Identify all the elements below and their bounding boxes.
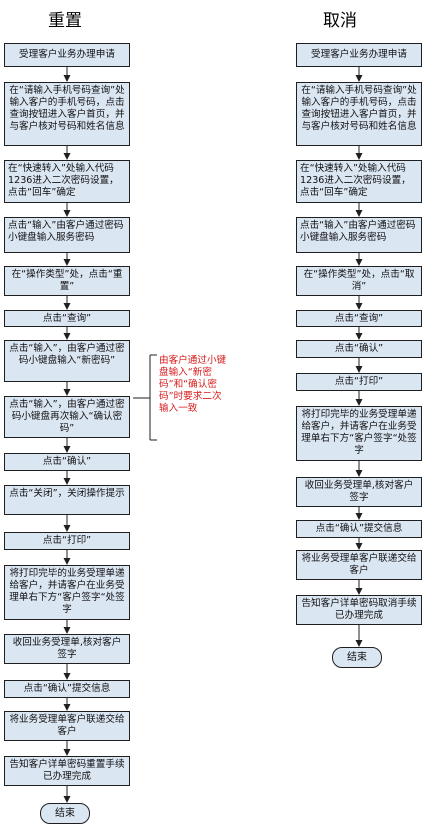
right-step-1: 受理客户业务办理申请 bbox=[296, 43, 422, 67]
right-step-8: 点击“打印” bbox=[296, 373, 422, 391]
left-end-terminal: 结束 bbox=[40, 803, 90, 824]
left-step-6: 点击“查询” bbox=[4, 310, 130, 327]
left-step-1: 受理客户业务办理申请 bbox=[4, 43, 130, 67]
left-step-3: 在“快速转入”处输入代码1236进入二次密码设置，点击“回车”确定 bbox=[4, 160, 130, 203]
right-step-2: 在“请输入手机号码查询”处输入客户的手机号码，点击查询按钮进入客户首页，并与客户… bbox=[296, 82, 422, 146]
right-step-3: 在“快速转入”处输入代码1236进入二次密码设置，点击“回车”确定 bbox=[296, 160, 422, 203]
right-end-terminal: 结束 bbox=[332, 647, 382, 668]
left-step-14: 点击“确认”提交信息 bbox=[4, 680, 130, 698]
left-step-12: 将打印完毕的业务受理单递给客户，并请客户在业务受理单右下方“客户签字“处签字 bbox=[4, 565, 130, 620]
left-step-9: 点击“确认” bbox=[4, 453, 130, 471]
left-step-15: 将业务受理单客户联递交给客户 bbox=[4, 711, 130, 741]
left-step-4: 点击“输入”由客户通过密码小键盘输入服务密码 bbox=[4, 217, 130, 253]
left-step-13: 收回业务受理单,核对客户签字 bbox=[4, 634, 130, 664]
left-step-11: 点击“打印” bbox=[4, 532, 130, 550]
left-step-5: 在“操作类型”处，点击“重置” bbox=[4, 266, 130, 296]
left-step-8: 点击“输入”，由客户通过密码小键盘再次输入“确认密码” bbox=[4, 396, 130, 438]
right-step-11: 点击“确认”提交信息 bbox=[296, 520, 422, 538]
right-step-5: 在“操作类型”处，点击“取消” bbox=[296, 266, 422, 296]
note-text: 由客户通过小键盘输入“新密码”和“确认密码”时要求二次输入一致 bbox=[159, 355, 227, 414]
right-step-6: 点击“查询” bbox=[296, 310, 422, 327]
left-step-2: 在“请输入手机号码查询”处输入客户的手机号码，点击查询按钮进入客户首页，并与客户… bbox=[4, 82, 130, 146]
right-step-13: 告知客户详单密码取消手续已办理完成 bbox=[296, 595, 422, 625]
left-step-10: 点击“关闭”，关闭操作提示 bbox=[4, 485, 130, 515]
right-step-9: 将打印完毕的业务受理单递给客户，并请客户在业务受理单右下方“客户签字“处签字 bbox=[296, 406, 422, 461]
right-step-7: 点击“确认” bbox=[296, 340, 422, 358]
right-step-12: 将业务受理单客户联递交给客户 bbox=[296, 550, 422, 580]
left-step-7: 点击“输入”，由客户通过密码小键盘输入“新密码” bbox=[4, 340, 130, 382]
left-step-16: 告知客户详单密码重置手续已办理完成 bbox=[4, 756, 130, 786]
right-step-10: 收回业务受理单,核对客户签字 bbox=[296, 477, 422, 507]
right-step-4: 点击“输入”由客户通过密码小键盘输入服务密码 bbox=[296, 217, 422, 253]
